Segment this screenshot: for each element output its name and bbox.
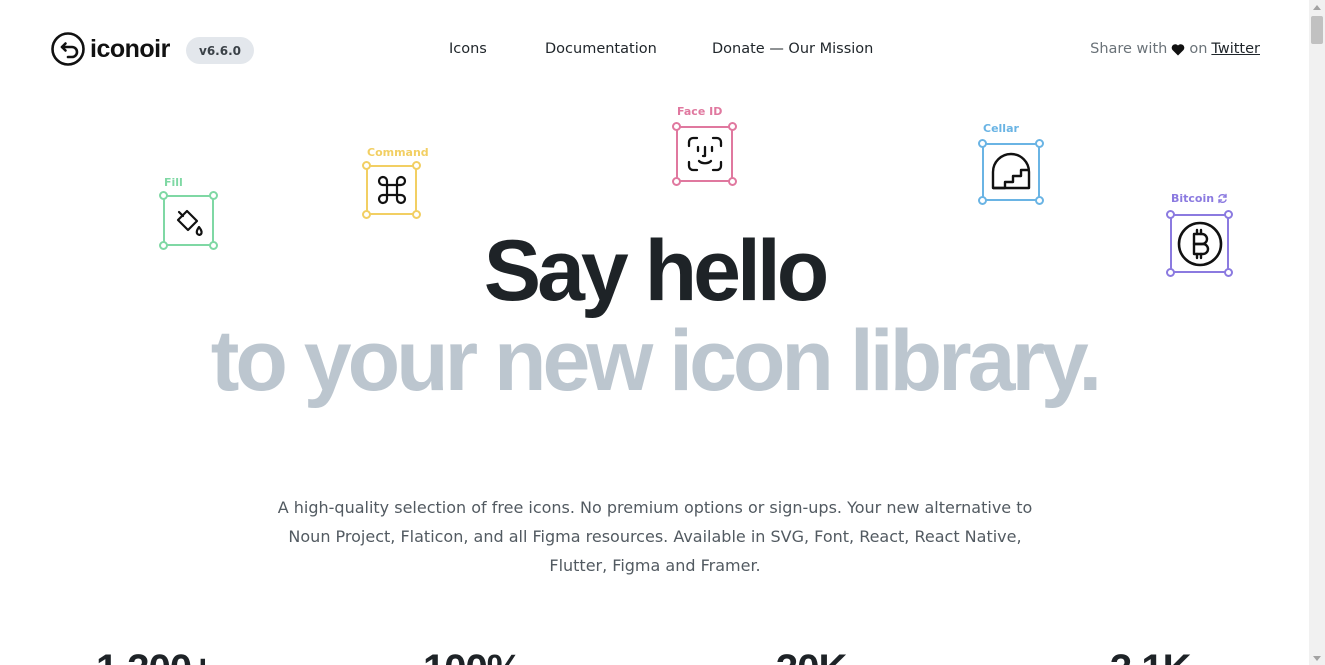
- nav-link-icons[interactable]: Icons: [449, 41, 487, 57]
- logo-text: iconoir: [90, 34, 170, 63]
- scroll-down-arrow-icon[interactable]: [1309, 651, 1325, 665]
- cellar-frame[interactable]: [978, 139, 1044, 205]
- face-id-icon: [687, 136, 722, 172]
- cellar-label: Cellar: [983, 122, 1019, 135]
- refresh-icon[interactable]: [1217, 193, 1228, 204]
- stat-icons-count: 1,300+: [96, 649, 214, 665]
- version-badge[interactable]: v6.6.0: [186, 37, 254, 64]
- logo[interactable]: iconoir: [50, 31, 170, 67]
- hero-description: A high-quality selection of free icons. …: [277, 498, 1033, 575]
- nav-link-documentation[interactable]: Documentation: [545, 41, 657, 57]
- page: iconoir v6.6.0 Icons Documentation Donat…: [0, 0, 1309, 665]
- share-middle: on: [1189, 41, 1208, 57]
- stat-stars: 3.1K: [1110, 649, 1191, 665]
- face-id-frame[interactable]: [672, 122, 737, 186]
- scroll-up-arrow-icon[interactable]: [1309, 0, 1325, 14]
- page-scrollbar[interactable]: [1309, 0, 1325, 665]
- scrollbar-thumb[interactable]: [1311, 16, 1323, 44]
- twitter-link[interactable]: Twitter: [1211, 41, 1260, 57]
- face-id-label: Face ID: [677, 105, 723, 118]
- iconoir-logo-icon: [51, 32, 85, 66]
- command-label: Command: [367, 146, 429, 159]
- share-prefix: Share with: [1090, 41, 1168, 57]
- cellar-icon: [991, 152, 1031, 190]
- hero-title-line1: Say hello: [483, 223, 830, 319]
- share-with: Share with on Twitter: [1090, 41, 1260, 57]
- stat-free: 100%: [423, 649, 522, 665]
- nav-link-donate[interactable]: Donate — Our Mission: [712, 41, 873, 57]
- hero-title-line2: to your new icon library.: [210, 313, 1103, 409]
- stat-downloads: 30K: [776, 649, 847, 665]
- bitcoin-label: Bitcoin: [1171, 192, 1228, 205]
- bitcoin-label-text: Bitcoin: [1171, 192, 1215, 205]
- command-icon: [377, 175, 406, 205]
- heart-icon: [1172, 43, 1185, 55]
- command-frame[interactable]: [362, 161, 421, 219]
- fill-label: Fill: [164, 176, 183, 189]
